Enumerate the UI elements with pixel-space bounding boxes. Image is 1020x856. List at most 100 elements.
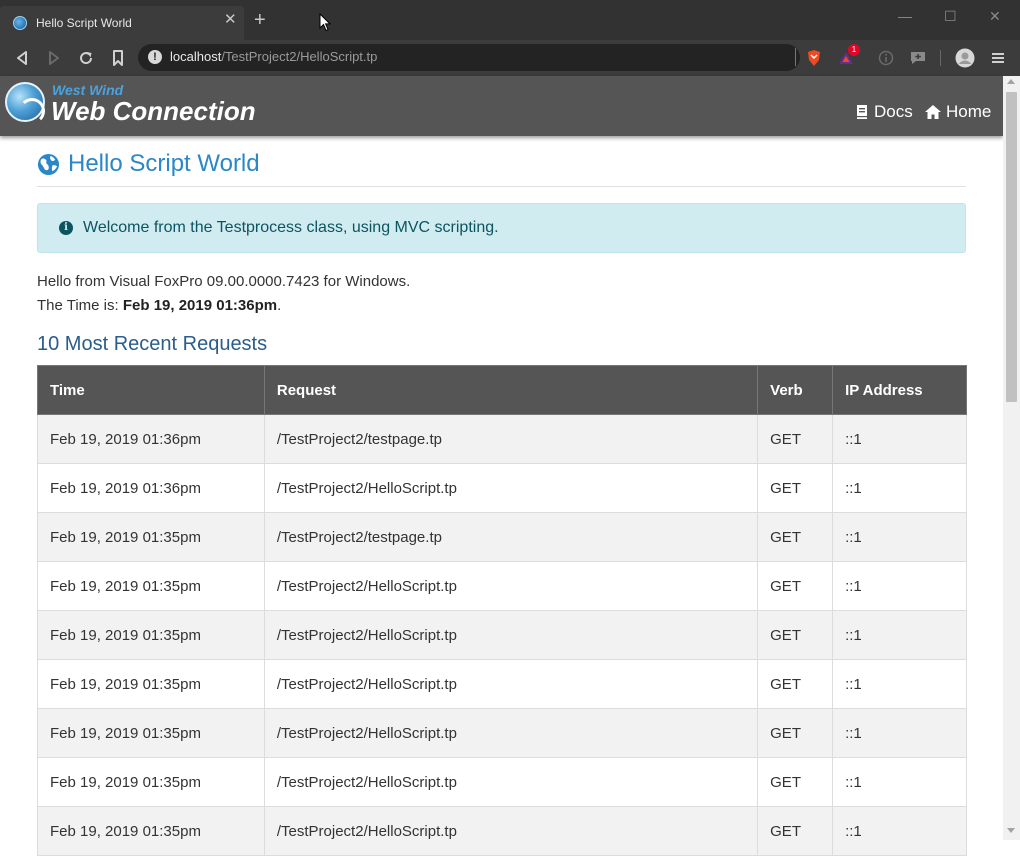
- bookmark-icon[interactable]: [108, 48, 128, 68]
- cell-ip: ::1: [832, 512, 967, 562]
- table-row[interactable]: Feb 19, 2019 01:35pm /TestProject2/Hello…: [37, 708, 967, 758]
- cell-request: /TestProject2/HelloScript.tp: [263, 659, 759, 709]
- title-divider: [37, 186, 966, 187]
- page-title: Hello Script World: [37, 150, 260, 178]
- cell-request: /TestProject2/testpage.tp: [263, 512, 759, 562]
- info-icon[interactable]: [876, 48, 896, 68]
- cell-request: /TestProject2/HelloScript.tp: [263, 708, 759, 758]
- nav-docs-link[interactable]: Docs: [854, 102, 913, 122]
- column-header-time[interactable]: Time: [37, 365, 265, 415]
- table-row[interactable]: Feb 19, 2019 01:35pm /TestProject2/Hello…: [37, 806, 967, 856]
- cell-verb: GET: [757, 463, 834, 513]
- cell-request: /TestProject2/HelloScript.tp: [263, 463, 759, 513]
- cell-time: Feb 19, 2019 01:36pm: [37, 463, 265, 513]
- time-line: The Time is: Feb 19, 2019 01:36pm.: [37, 297, 281, 314]
- cell-ip: ::1: [832, 806, 967, 856]
- rewards-badge: 1: [848, 44, 860, 56]
- minimize-icon[interactable]: —: [898, 8, 912, 24]
- table-header-row: Time Request Verb IP Address: [37, 365, 967, 415]
- tab-title: Hello Script World: [36, 16, 132, 30]
- column-header-request[interactable]: Request: [263, 365, 759, 415]
- vertical-scrollbar[interactable]: [1003, 76, 1020, 840]
- scroll-thumb[interactable]: [1006, 92, 1017, 402]
- cell-ip: ::1: [832, 414, 967, 464]
- cell-ip: ::1: [832, 610, 967, 660]
- info-alert: i Welcome from the Testprocess class, us…: [37, 203, 966, 253]
- url-host: localhost: [170, 49, 222, 64]
- cell-time: Feb 19, 2019 01:36pm: [37, 414, 265, 464]
- cell-ip: ::1: [832, 708, 967, 758]
- cell-time: Feb 19, 2019 01:35pm: [37, 806, 265, 856]
- cell-verb: GET: [757, 610, 834, 660]
- globe-icon: [37, 153, 60, 175]
- cell-time: Feb 19, 2019 01:35pm: [37, 512, 265, 562]
- browser-titlebar: Hello Script World ✕ + — ☐ ✕: [0, 0, 1020, 40]
- info-circle-icon: i: [59, 221, 73, 235]
- cell-request: /TestProject2/HelloScript.tp: [263, 610, 759, 660]
- browser-tab[interactable]: Hello Script World ✕: [0, 6, 244, 40]
- cell-time: Feb 19, 2019 01:35pm: [37, 659, 265, 709]
- cell-ip: ::1: [832, 757, 967, 807]
- table-row[interactable]: Feb 19, 2019 01:36pm /TestProject2/testp…: [37, 414, 967, 464]
- nav-home-label: Home: [946, 102, 992, 121]
- address-bar-divider: [795, 48, 796, 66]
- reload-icon[interactable]: [76, 48, 96, 68]
- table-row[interactable]: Feb 19, 2019 01:35pm /TestProject2/Hello…: [37, 610, 967, 660]
- table-row[interactable]: Feb 19, 2019 01:35pm /TestProject2/testp…: [37, 512, 967, 562]
- maximize-icon[interactable]: ☐: [944, 8, 957, 25]
- forward-icon[interactable]: [44, 48, 64, 68]
- table-row[interactable]: Feb 19, 2019 01:35pm /TestProject2/Hello…: [37, 561, 967, 611]
- scroll-down-arrow-icon[interactable]: [1007, 828, 1015, 833]
- cell-time: Feb 19, 2019 01:35pm: [37, 610, 265, 660]
- feedback-icon[interactable]: [908, 48, 928, 68]
- close-tab-icon[interactable]: ✕: [224, 12, 237, 27]
- cell-verb: GET: [757, 708, 834, 758]
- west-wind-logo-icon[interactable]: [5, 82, 45, 124]
- cell-verb: GET: [757, 414, 834, 464]
- cell-request: /TestProject2/HelloScript.tp: [263, 757, 759, 807]
- app-header: West Wind Web Connection Docs Home: [0, 76, 1003, 136]
- column-header-verb[interactable]: Verb: [757, 365, 834, 415]
- menu-icon[interactable]: [988, 48, 1008, 68]
- cell-request: /TestProject2/testpage.tp: [263, 414, 759, 464]
- table-row[interactable]: Feb 19, 2019 01:36pm /TestProject2/Hello…: [37, 463, 967, 513]
- toolbar-divider: [940, 50, 941, 66]
- column-header-ip-address[interactable]: IP Address: [832, 365, 967, 415]
- brave-rewards-icon[interactable]: 1: [836, 44, 860, 68]
- time-value: Feb 19, 2019 01:36pm: [122, 297, 278, 314]
- table-row[interactable]: Feb 19, 2019 01:35pm /TestProject2/Hello…: [37, 659, 967, 709]
- nav-home-link[interactable]: Home: [924, 102, 991, 122]
- book-icon: [857, 105, 867, 119]
- brave-shield-icon[interactable]: [804, 48, 824, 68]
- cell-request: /TestProject2/HelloScript.tp: [263, 561, 759, 611]
- time-suffix: .: [277, 297, 282, 314]
- time-prefix: The Time is:: [37, 297, 123, 314]
- cell-ip: ::1: [832, 659, 967, 709]
- logo-big-text[interactable]: Web Connection: [51, 96, 256, 127]
- address-bar[interactable]: ! localhost/TestProject2/HelloScript.tp: [138, 44, 800, 71]
- globe-favicon-icon: [13, 16, 27, 30]
- cell-ip: ::1: [832, 463, 967, 513]
- site-info-icon[interactable]: !: [148, 50, 162, 64]
- section-title: 10 Most Recent Requests: [37, 333, 268, 355]
- new-tab-icon[interactable]: +: [254, 10, 266, 30]
- cell-verb: GET: [757, 757, 834, 807]
- cell-verb: GET: [757, 561, 834, 611]
- home-icon: [925, 105, 941, 119]
- profile-avatar-icon[interactable]: [955, 48, 975, 68]
- cell-verb: GET: [757, 806, 834, 856]
- alert-text: Welcome from the Testprocess class, usin…: [83, 219, 499, 236]
- scroll-up-arrow-icon[interactable]: [1007, 79, 1015, 84]
- mouse-cursor-icon: [319, 13, 331, 32]
- cell-time: Feb 19, 2019 01:35pm: [37, 561, 265, 611]
- logo-swirl: [19, 98, 45, 124]
- back-icon[interactable]: [12, 48, 32, 68]
- requests-table: Time Request Verb IP Address Feb 19, 201…: [37, 365, 967, 856]
- url-path: /TestProject2/HelloScript.tp: [221, 49, 378, 64]
- table-row[interactable]: Feb 19, 2019 01:35pm /TestProject2/Hello…: [37, 757, 967, 807]
- cell-verb: GET: [757, 512, 834, 562]
- page-title-text: Hello Script World: [68, 150, 260, 177]
- cell-time: Feb 19, 2019 01:35pm: [37, 708, 265, 758]
- close-window-icon[interactable]: ✕: [989, 8, 1001, 25]
- url-text[interactable]: localhost/TestProject2/HelloScript.tp: [170, 49, 377, 64]
